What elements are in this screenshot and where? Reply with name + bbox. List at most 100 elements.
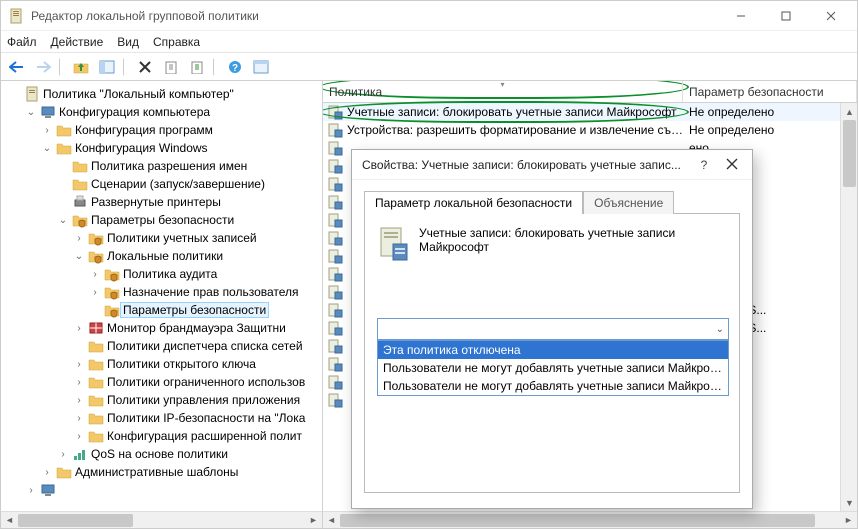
delete-button[interactable] bbox=[133, 56, 157, 78]
tree-node-label: Политики учетных записей bbox=[107, 231, 257, 245]
tree-node[interactable]: ›Административные шаблоны bbox=[5, 463, 322, 481]
policy-icon bbox=[327, 104, 343, 120]
tree-node[interactable]: ⌄ Параметры безопасности bbox=[5, 211, 322, 229]
policy-icon bbox=[327, 122, 343, 138]
menu-help[interactable]: Справка bbox=[153, 35, 200, 49]
tree-node-label: Назначение прав пользователя bbox=[123, 285, 299, 299]
twisty-icon[interactable]: › bbox=[57, 449, 69, 460]
list-cell-value: Не определено bbox=[683, 105, 857, 119]
folder-icon bbox=[56, 140, 72, 156]
folder-icon bbox=[56, 464, 72, 480]
tree-node-label: Монитор брандмауэра Защитни bbox=[107, 321, 286, 335]
tree-node[interactable]: › Конфигурация расширенной полит bbox=[5, 427, 322, 445]
twisty-icon[interactable]: › bbox=[73, 377, 85, 388]
tree-node[interactable]: ›QoS на основе политики bbox=[5, 445, 322, 463]
dialog-close-button[interactable] bbox=[718, 157, 746, 173]
tree-node-label: Развернутые принтеры bbox=[91, 195, 221, 209]
folder-icon bbox=[88, 356, 104, 372]
list-cell-policy: Устройства: разрешить форматирование и и… bbox=[347, 123, 683, 137]
tree-node[interactable]: ›Политики управления приложения bbox=[5, 391, 322, 409]
twisty-icon[interactable]: › bbox=[73, 323, 85, 334]
app-icon bbox=[9, 8, 25, 24]
tree-node[interactable]: › Политики учетных записей bbox=[5, 229, 322, 247]
tree-node[interactable]: › Монитор брандмауэра Защитни bbox=[5, 319, 322, 337]
twisty-icon[interactable]: › bbox=[41, 125, 53, 136]
policy-value-combobox[interactable]: ⌄ bbox=[377, 318, 729, 340]
filter-button[interactable] bbox=[249, 56, 273, 78]
list-row[interactable]: Устройства: разрешить форматирование и и… bbox=[323, 121, 857, 139]
menu-view[interactable]: Вид bbox=[117, 35, 139, 49]
twisty-icon[interactable]: › bbox=[41, 467, 53, 478]
dropdown-option[interactable]: Эта политика отключена bbox=[378, 341, 728, 359]
forward-button[interactable] bbox=[31, 56, 55, 78]
close-button[interactable] bbox=[808, 2, 853, 30]
twisty-icon[interactable]: ⌄ bbox=[41, 143, 53, 154]
tree-node[interactable]: ⌄Конфигурация компьютера bbox=[5, 103, 322, 121]
twisty-icon[interactable]: › bbox=[73, 395, 85, 406]
twisty-icon[interactable]: ⌄ bbox=[57, 215, 69, 226]
tree-node-label: Конфигурация программ bbox=[75, 123, 213, 137]
tree-node-label: Конфигурация расширенной полит bbox=[107, 429, 302, 443]
tree-node[interactable]: › Назначение прав пользователя bbox=[5, 283, 322, 301]
dropdown-option[interactable]: Пользователи не могут добавлять учетные … bbox=[378, 359, 728, 377]
folder-shield-icon bbox=[88, 230, 104, 246]
tree-node[interactable]: Развернутые принтеры bbox=[5, 193, 322, 211]
toolbar-separator bbox=[123, 58, 129, 76]
tree-node[interactable]: ›Политики открытого ключа bbox=[5, 355, 322, 373]
twisty-icon[interactable]: › bbox=[73, 431, 85, 442]
tree-node[interactable]: Сценарии (запуск/завершение) bbox=[5, 175, 322, 193]
menu-action[interactable]: Действие bbox=[51, 35, 104, 49]
tree-node-label: Параметры безопасности bbox=[91, 213, 234, 227]
minimize-button[interactable] bbox=[718, 2, 763, 30]
help-button[interactable]: ? bbox=[223, 56, 247, 78]
policy-icon bbox=[327, 212, 343, 228]
folder-icon bbox=[88, 374, 104, 390]
dialog-title: Свойства: Учетные записи: блокировать уч… bbox=[362, 158, 690, 172]
tree-hscrollbar[interactable]: ◄ ► bbox=[1, 511, 322, 528]
tab-local-security[interactable]: Параметр локальной безопасности bbox=[364, 191, 583, 214]
menu-file[interactable]: Файл bbox=[7, 35, 37, 49]
list-vscrollbar[interactable]: ▲ ▼ bbox=[840, 103, 857, 511]
tree-node[interactable]: Параметры безопасности bbox=[5, 301, 322, 319]
twisty-icon[interactable]: › bbox=[73, 233, 85, 244]
maximize-button[interactable] bbox=[763, 2, 808, 30]
policy-tree[interactable]: Политика "Локальный компьютер"⌄Конфигура… bbox=[1, 81, 322, 499]
tree-node[interactable]: › Конфигурация программ bbox=[5, 121, 322, 139]
policy-icon bbox=[377, 226, 409, 262]
column-policy[interactable]: ▾ Политика bbox=[323, 81, 683, 102]
twisty-icon[interactable]: ⌄ bbox=[73, 251, 85, 262]
list-hscrollbar[interactable]: ◄ ► bbox=[323, 511, 857, 528]
window-title: Редактор локальной групповой политики bbox=[31, 9, 718, 23]
folder-shield-icon bbox=[72, 212, 88, 228]
policy-icon bbox=[327, 374, 343, 390]
tree-node[interactable]: ›Политика аудита bbox=[5, 265, 322, 283]
twisty-icon[interactable]: › bbox=[89, 287, 101, 298]
policy-icon bbox=[327, 194, 343, 210]
tree-node[interactable]: ⌄Конфигурация Windows bbox=[5, 139, 322, 157]
twisty-icon[interactable]: › bbox=[89, 269, 101, 280]
up-folder-button[interactable] bbox=[69, 56, 93, 78]
tree-node[interactable]: Политика "Локальный компьютер" bbox=[5, 85, 322, 103]
tree-node[interactable]: ⌄Локальные политики bbox=[5, 247, 322, 265]
chevron-down-icon: ⌄ bbox=[716, 324, 724, 335]
folder-icon bbox=[88, 392, 104, 408]
firewall-icon bbox=[88, 320, 104, 336]
back-button[interactable] bbox=[5, 56, 29, 78]
folder-shield-icon bbox=[104, 302, 120, 318]
folder-icon bbox=[88, 428, 104, 444]
tab-explanation[interactable]: Объяснение bbox=[583, 191, 674, 214]
tree-node[interactable]: ›Политики IP-безопасности на "Лока bbox=[5, 409, 322, 427]
dialog-help-button[interactable]: ? bbox=[690, 158, 718, 172]
twisty-icon[interactable]: › bbox=[73, 359, 85, 370]
export-button[interactable] bbox=[159, 56, 183, 78]
twisty-icon[interactable]: › bbox=[73, 413, 85, 424]
show-hide-tree-button[interactable] bbox=[95, 56, 119, 78]
tree-node[interactable]: ›Политики ограниченного использов bbox=[5, 373, 322, 391]
dropdown-option[interactable]: Пользователи не могут добавлять учетные … bbox=[378, 377, 728, 395]
list-row[interactable]: Учетные записи: блокировать учетные запи… bbox=[323, 103, 857, 121]
tree-node[interactable]: Политики диспетчера списка сетей bbox=[5, 337, 322, 355]
column-security[interactable]: Параметр безопасности bbox=[683, 81, 857, 102]
tree-node[interactable]: Политика разрешения имен bbox=[5, 157, 322, 175]
twisty-icon[interactable]: ⌄ bbox=[25, 107, 37, 118]
properties-button[interactable] bbox=[185, 56, 209, 78]
